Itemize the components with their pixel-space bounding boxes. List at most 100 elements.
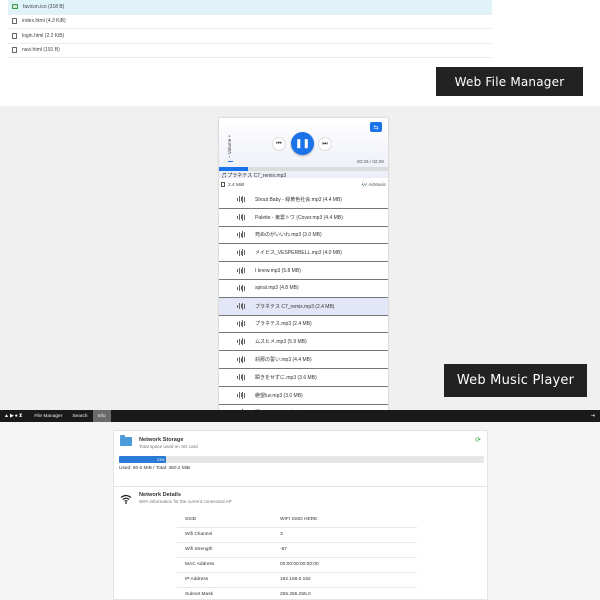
music-player-section: − Volume + ⇆ ⏮ ❚❚ ⏭ 00:26 / 02:29 🎵プラネテス… (0, 106, 600, 410)
nav-file-manager[interactable]: File Manager (29, 410, 67, 422)
network-details-card: Network Details WiFi information for the… (113, 486, 488, 600)
track-list: Shout Baby - 緑黄色社会.mp3 (4.4 MB) Palette -… (219, 191, 388, 410)
track-item[interactable]: ムスヒメ.mp3 (5.9 MB) (219, 333, 388, 352)
top-navbar: ▲▶●⧗ File Manager Search Info ⇥ (0, 410, 600, 422)
network-details-table: SSID WIFI SSID HERE Wifi Channel 3 Wifi Stre… (177, 512, 417, 600)
track-name: I knew.mp3 (5.8 MB) (255, 267, 301, 274)
time-display: 00:26 / 02:29 (357, 159, 384, 164)
track-item[interactable]: プラネテス.mp3 (2.4 MB) (219, 316, 388, 334)
now-playing-size: 2.4 MiB (221, 182, 244, 188)
folder-icon (120, 435, 132, 446)
file-list: favicon.ico (318 B) index.html (4.3 KiB)… (8, 0, 492, 58)
track-item[interactable]: 刹那の誓い.mp3 (4.4 MB) (219, 351, 388, 369)
network-storage-card: Network Storage Total space used on SD c… (113, 430, 488, 488)
track-item[interactable]: 絶望luv.mp3 (3.0 MB) (219, 387, 388, 405)
volume-plus-label[interactable]: Volume + (227, 135, 232, 154)
file-icon (12, 47, 17, 54)
track-item[interactable]: spiral.mp3 (4.8 MB) (219, 280, 388, 298)
pause-button[interactable]: ❚❚ (291, 132, 314, 155)
volume-minus-button[interactable]: − (227, 155, 232, 158)
file-row[interactable]: favicon.ico (318 B) (8, 0, 492, 15)
track-name: Palette - 東雲トワ (Cover.mp3 (4.4 MB) (255, 214, 343, 221)
track-name: ムスヒメ.mp3 (5.9 MB) (255, 339, 307, 346)
track-name: 刹那の誓い.mp3 (4.4 MB) (255, 357, 312, 364)
progress-bar[interactable] (219, 167, 388, 171)
previous-button[interactable]: ⏮ (272, 137, 286, 151)
track-name: 絶望luv.mp3 (3.0 MB) (255, 392, 303, 399)
track-name: Shout Baby - 緑黄色社会.mp3 (4.4 MB) (255, 196, 342, 203)
wifi-icon (120, 494, 132, 507)
file-size: 2.4 MiB (228, 182, 245, 188)
next-button[interactable]: ⏭ (318, 137, 332, 151)
app-logo[interactable]: ▲▶●⧗ (0, 410, 29, 422)
waveform-icon (237, 249, 245, 257)
row-key: Subnet Mask (177, 587, 280, 600)
nav-info[interactable]: Info (92, 410, 111, 422)
table-row: Wifi Channel 3 (177, 527, 417, 543)
row-key: SSID (177, 512, 280, 528)
skip-next-icon: ⏭ (322, 140, 328, 147)
track-item[interactable]: 瞬きをせずに.mp3 (3.6 MB) (219, 369, 388, 387)
storage-usage-fill: 13% (119, 456, 167, 463)
file-manager-caption: Web File Manager (436, 67, 583, 96)
waveform-icon (237, 213, 245, 221)
row-value: 255.255.255.0 (280, 587, 417, 600)
track-name: メイビス_VESPERBELL.mp3 (4.0 MB) (255, 250, 342, 257)
image-file-icon (12, 4, 18, 10)
track-name: プラネテス C7_remix.mp3 (2.4 MB) (255, 303, 335, 310)
music-player-caption: Web Music Player (444, 364, 587, 397)
logout-icon[interactable]: ⇥ (586, 410, 600, 422)
details-title: Network Details (139, 492, 181, 498)
table-row: Subnet Mask 255.255.255.0 (177, 587, 417, 600)
file-row[interactable]: login.html (2.2 KiB) (8, 29, 492, 44)
file-row[interactable]: index.html (4.3 KiB) (8, 15, 492, 29)
track-item[interactable]: プラネテス C7_remix.mp3 (2.4 MB) (219, 297, 388, 316)
volume-label[interactable]: − Volume + (227, 135, 232, 158)
storage-usage-text: Used: 60.6 MiB / Total: 480.2 MiB (119, 466, 191, 471)
row-key: Wifi Strength (177, 542, 280, 558)
waveform-icon (237, 338, 245, 346)
track-item[interactable]: I knew.mp3 (5.8 MB) (219, 262, 388, 280)
music-player: − Volume + ⇆ ⏮ ❚❚ ⏭ 00:26 / 02:29 🎵プラネテス… (219, 118, 388, 410)
track-item[interactable]: 死ぬのがいいわ.mp3 (3.0 MB) (219, 227, 388, 245)
skip-previous-icon: ⏮ (276, 140, 282, 147)
row-key: Wifi Channel (177, 527, 280, 543)
file-name: index.html (4.3 KiB) (22, 18, 66, 25)
table-row: Wifi Strength -67 (177, 542, 417, 558)
repeat-icon: ⇆ (373, 124, 379, 131)
waveform-icon (237, 373, 245, 381)
nav-search[interactable]: Search (67, 410, 92, 422)
storage-title: Network Storage (139, 437, 184, 443)
waveform-icon (237, 195, 245, 203)
file-manager-section: favicon.ico (318 B) index.html (4.3 KiB)… (0, 0, 600, 106)
track-item[interactable]: Palette - 東雲トワ (Cover.mp3 (4.4 MB) (219, 209, 388, 227)
file-name: navi.html (191 B) (22, 47, 60, 54)
row-value: 00:00:00:00:00:00 (280, 557, 417, 573)
waveform-icon (237, 267, 245, 275)
track-name: spiral.mp3 (4.8 MB) (255, 285, 299, 292)
waveform-icon (237, 391, 245, 399)
track-item[interactable]: Shout Baby - 緑黄色社会.mp3 (4.4 MB) (219, 191, 388, 209)
info-section: ▲▶●⧗ File Manager Search Info ⇥ Network … (0, 410, 600, 600)
now-playing-title: 🎵プラネテス C7_remix.mp3 (221, 173, 287, 179)
file-row[interactable]: navi.html (191 B) (8, 44, 492, 58)
details-subtitle: WiFi information for the current connect… (139, 499, 232, 504)
file-name: login.html (2.2 KiB) (22, 32, 65, 39)
storage-percent: 13% (156, 457, 165, 462)
waveform-icon (237, 302, 245, 310)
table-row: MAC Address 00:00:00:00:00:00 (177, 557, 417, 573)
storage-subtitle: Total space used on SD card (139, 444, 198, 449)
row-key: IP Address (177, 572, 280, 588)
refresh-icon[interactable]: ⟳ (475, 436, 481, 444)
file-name: favicon.ico (318 B) (23, 3, 65, 10)
row-value: -67 (280, 542, 417, 558)
file-icon (12, 18, 17, 25)
repeat-button[interactable]: ⇆ (370, 122, 382, 132)
volume-level-bar[interactable] (228, 161, 233, 163)
storage-usage-bar: 13% (119, 456, 484, 463)
track-item[interactable]: メイビス_VESPERBELL.mp3 (4.0 MB) (219, 244, 388, 263)
row-value: 192.168.0.192 (280, 572, 417, 588)
wifi-icon-graphic (120, 494, 132, 504)
waveform-icon (237, 284, 245, 292)
row-value: 3 (280, 527, 417, 543)
